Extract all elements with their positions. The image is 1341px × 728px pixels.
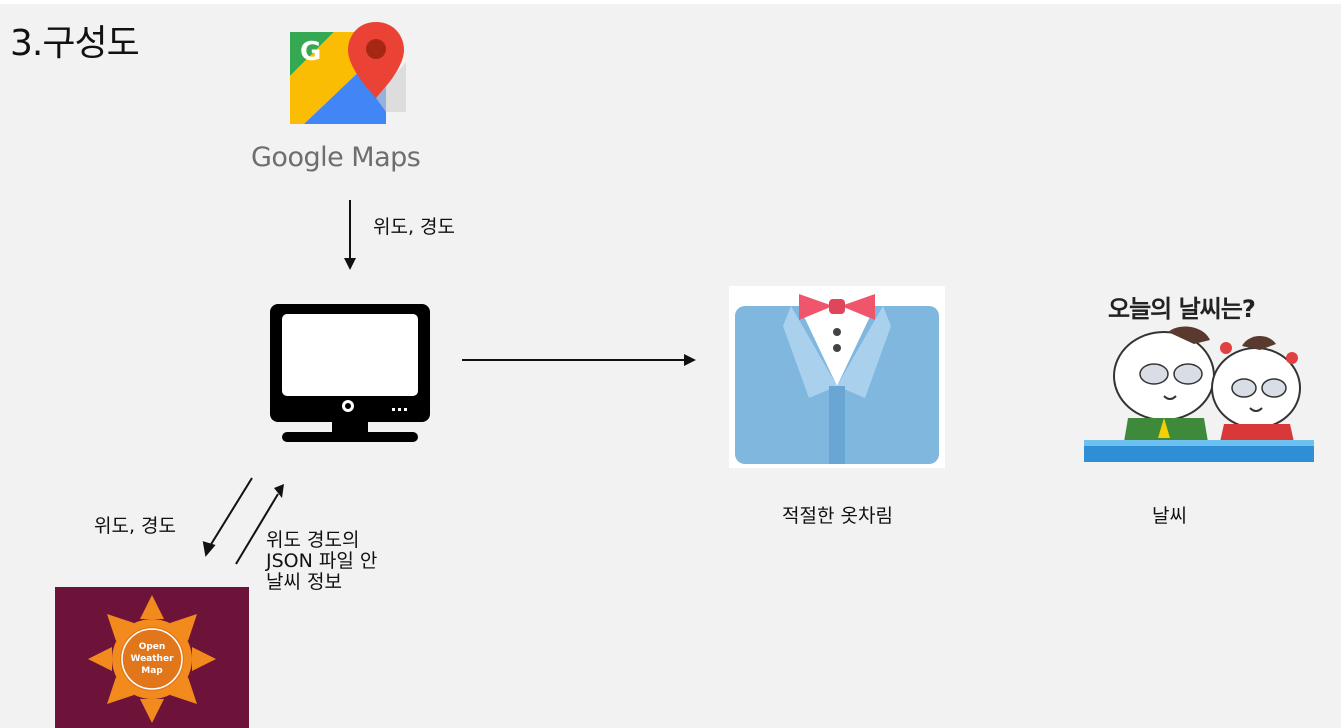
edge-label-maps-to-computer: 위도, 경도: [373, 216, 455, 238]
google-maps-icon: G: [290, 22, 406, 124]
google-maps-label: Google Maps: [251, 142, 421, 173]
svg-text:G: G: [300, 37, 321, 67]
owm-line: Map: [141, 666, 163, 676]
owm-line: Weather: [130, 654, 174, 664]
edge-label-owm-to-computer: 위도 경도의 JSON 파일 안 날씨 정보: [266, 530, 377, 593]
outfit-label: 적절한 옷차림: [782, 505, 893, 527]
weather-cartoon-icon: [1084, 326, 1314, 462]
arrow-computer-to-outfit: [462, 354, 696, 366]
computer-monitor-icon: [270, 304, 430, 442]
edge-label-line: JSON 파일 안: [266, 550, 378, 572]
edge-label-computer-to-owm: 위도, 경도: [94, 515, 176, 537]
suit-outfit-icon: [729, 286, 945, 468]
arrow-maps-to-computer: [344, 200, 356, 270]
owm-line: Open: [139, 642, 166, 652]
openweathermap-logo: Open Weather Map: [55, 587, 249, 728]
weather-label: 날씨: [1152, 505, 1187, 527]
edge-label-line: 날씨 정보: [266, 571, 342, 593]
edge-label-line: 위도 경도의: [266, 529, 360, 551]
page-title: 3.구성도: [10, 23, 140, 64]
